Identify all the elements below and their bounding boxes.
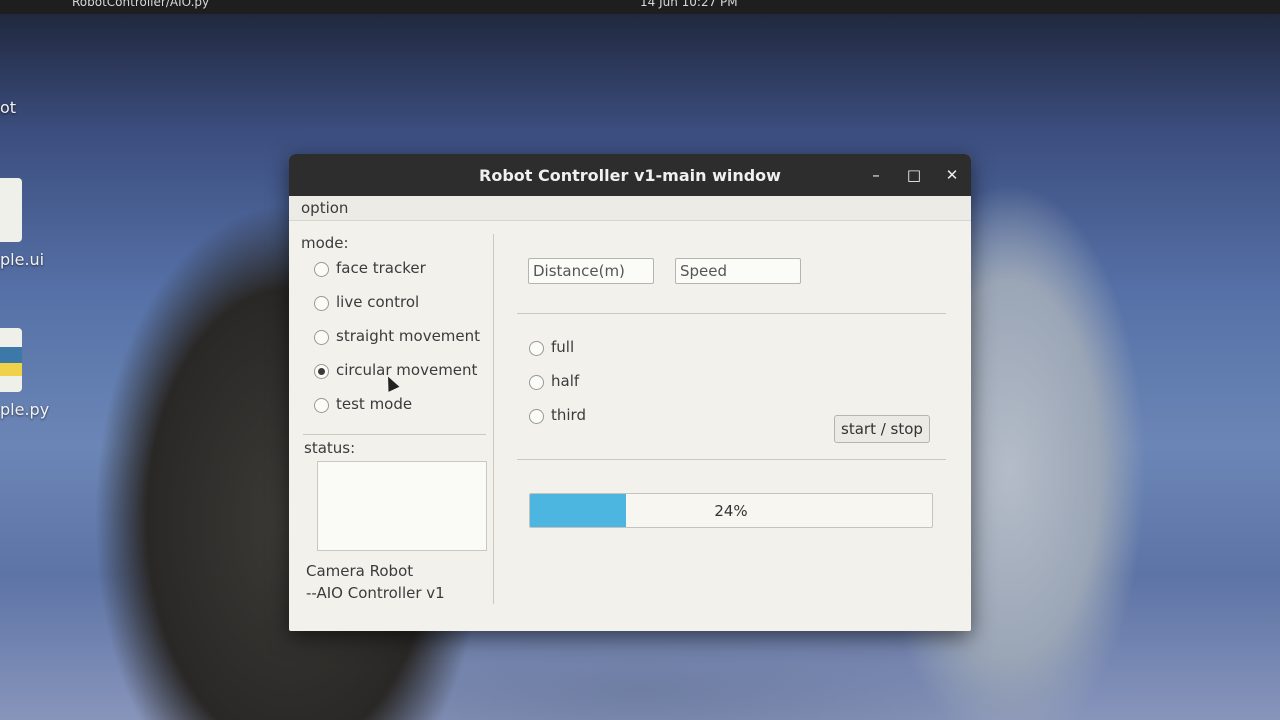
desktop-icon-label[interactable]: ple.ui xyxy=(0,250,44,269)
minimize-button[interactable]: – xyxy=(865,164,887,186)
desktop-icon-label[interactable]: ot xyxy=(0,98,16,117)
title-bar[interactable]: Robot Controller v1-main window – □ ✕ xyxy=(289,154,971,196)
radio-indicator[interactable] xyxy=(314,296,329,311)
divider xyxy=(517,459,946,460)
speed-input[interactable] xyxy=(675,258,801,284)
active-app-title: RobotController/AIO.py xyxy=(72,0,210,9)
radio-label: live control xyxy=(336,293,420,311)
maximize-button[interactable]: □ xyxy=(903,164,925,186)
radio-indicator[interactable] xyxy=(314,262,329,277)
radio-label: third xyxy=(551,406,586,424)
close-button[interactable]: ✕ xyxy=(941,164,963,186)
menu-bar: option xyxy=(289,196,971,221)
top-bar: RobotController/AIO.py 14 Jun 10:27 PM xyxy=(0,0,1280,14)
status-label: status: xyxy=(304,439,356,457)
radio-label: face tracker xyxy=(336,259,426,277)
radio-label: test mode xyxy=(336,395,413,413)
distance-input[interactable] xyxy=(528,258,654,284)
mode-label: mode: xyxy=(301,234,349,252)
clock[interactable]: 14 Jun 10:27 PM xyxy=(640,0,738,9)
divider xyxy=(517,313,946,314)
divider xyxy=(303,434,486,435)
radio-indicator[interactable] xyxy=(529,375,544,390)
radio-label: circular movement xyxy=(336,361,478,379)
radio-label: half xyxy=(551,372,580,390)
radio-indicator[interactable] xyxy=(529,409,544,424)
radio-label: full xyxy=(551,338,575,356)
main-window: Robot Controller v1-main window – □ ✕ op… xyxy=(289,154,971,631)
python-file-icon[interactable] xyxy=(0,328,22,392)
radio-indicator[interactable] xyxy=(529,341,544,356)
vertical-divider xyxy=(493,234,494,604)
footer-line-1: Camera Robot xyxy=(306,562,414,580)
radio-indicator[interactable] xyxy=(314,364,329,379)
file-icon[interactable] xyxy=(0,178,22,242)
status-display xyxy=(317,461,487,551)
radio-indicator[interactable] xyxy=(314,398,329,413)
start-stop-button[interactable]: start / stop xyxy=(834,415,930,443)
footer-line-2: --AIO Controller v1 xyxy=(306,584,445,602)
radio-label: straight movement xyxy=(336,327,481,345)
progress-bar: 24% xyxy=(529,493,933,528)
menu-option[interactable]: option xyxy=(301,199,348,217)
desktop-icon-label[interactable]: ple.py xyxy=(0,400,49,419)
progress-text: 24% xyxy=(714,502,748,520)
radio-indicator[interactable] xyxy=(314,330,329,345)
